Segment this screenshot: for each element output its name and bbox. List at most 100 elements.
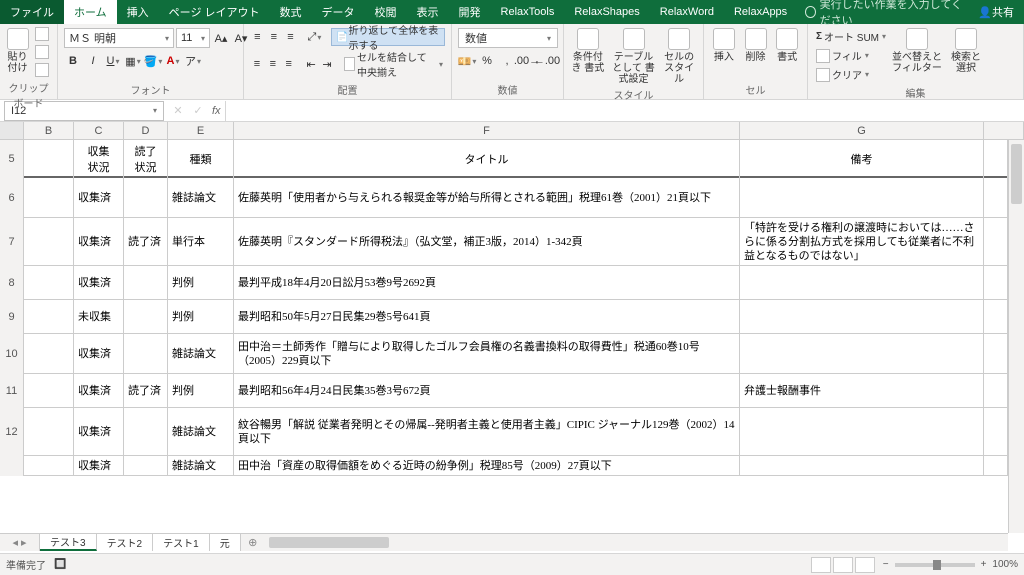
font-name[interactable]: ＭＳ 明朝▾: [64, 28, 174, 48]
cell[interactable]: [24, 266, 74, 300]
paste-button[interactable]: 貼り付け: [6, 26, 29, 74]
fill[interactable]: フィル▾: [814, 47, 888, 64]
tab-home[interactable]: ホーム: [64, 0, 117, 24]
zoom-in[interactable]: +: [981, 559, 987, 570]
zoom-slider[interactable]: [895, 563, 975, 567]
tab-view[interactable]: 表示: [407, 0, 449, 24]
cell[interactable]: [124, 300, 168, 334]
cell[interactable]: 収集済: [74, 218, 124, 266]
cancel-formula[interactable]: ✕: [168, 104, 188, 117]
copy-button[interactable]: [33, 44, 51, 60]
tab-formulas[interactable]: 数式: [270, 0, 312, 24]
row-header[interactable]: 12: [0, 408, 24, 456]
v-thumb[interactable]: [1011, 144, 1022, 204]
phonetic-button[interactable]: ア▾: [184, 52, 202, 70]
cell[interactable]: 読了済: [124, 374, 168, 408]
sheet-nav[interactable]: ◂ ▸: [0, 534, 40, 551]
cell[interactable]: [24, 140, 74, 178]
font-color[interactable]: A▾: [164, 52, 182, 70]
cell[interactable]: [24, 218, 74, 266]
sheet-tab-4[interactable]: 元: [210, 534, 241, 551]
bold-button[interactable]: B: [64, 52, 82, 70]
cell[interactable]: [740, 300, 984, 334]
cut-button[interactable]: [33, 26, 51, 42]
tab-relaxshapes[interactable]: RelaxShapes: [564, 0, 649, 24]
italic-button[interactable]: I: [84, 52, 102, 70]
tell-me[interactable]: 実行したい作業を入力してください: [797, 0, 968, 24]
col-next[interactable]: [984, 122, 1024, 139]
cell[interactable]: [24, 374, 74, 408]
cell[interactable]: [124, 266, 168, 300]
zoom-level[interactable]: 100%: [992, 559, 1018, 570]
insert-cells[interactable]: 挿入: [710, 26, 738, 63]
cell[interactable]: [24, 408, 74, 456]
col-F[interactable]: F: [234, 122, 740, 139]
col-E[interactable]: E: [168, 122, 234, 139]
sheet-tab-1[interactable]: テスト3: [40, 534, 97, 551]
align-top[interactable]: ≡: [250, 28, 265, 46]
find-select[interactable]: 検索と 選択: [946, 26, 986, 74]
align-right[interactable]: ≡: [282, 55, 296, 73]
tab-relaxapps[interactable]: RelaxApps: [724, 0, 797, 24]
cell[interactable]: 佐藤英明「使用者から与えられる報奨金等が給与所得とされる範囲」税理61巻（200…: [234, 178, 740, 218]
row-header[interactable]: 8: [0, 266, 24, 300]
cell[interactable]: [124, 408, 168, 456]
cond-format[interactable]: 条件付き 書式: [570, 26, 606, 74]
sheet-tab-3[interactable]: テスト1: [153, 534, 210, 551]
cell[interactable]: [124, 456, 168, 476]
vertical-scrollbar[interactable]: [1008, 140, 1024, 533]
cell[interactable]: 判例: [168, 374, 234, 408]
cell[interactable]: 最判昭和56年4月24日民集35巻3号672頁: [234, 374, 740, 408]
format-cells[interactable]: 書式: [773, 26, 801, 63]
tab-review[interactable]: 校閲: [365, 0, 407, 24]
row-header[interactable]: 9: [0, 300, 24, 334]
cell[interactable]: [984, 140, 1008, 178]
cell[interactable]: 紋谷暢男「解説 従業者発明とその帰属--発明者主義と使用者主義」CIPIC ジャ…: [234, 408, 740, 456]
add-sheet[interactable]: ⊕: [241, 534, 265, 551]
cell[interactable]: 最判昭和50年5月27日民集29巻5号641頁: [234, 300, 740, 334]
cell[interactable]: 佐藤英明『スタンダード所得税法』（弘文堂，補正3版，2014）1-342頁: [234, 218, 740, 266]
currency[interactable]: 💴▾: [458, 52, 476, 70]
increase-font[interactable]: A▴: [212, 29, 230, 47]
tab-dev[interactable]: 開発: [449, 0, 491, 24]
delete-cells[interactable]: 削除: [742, 26, 770, 63]
view-pagebreak[interactable]: [855, 557, 875, 573]
tab-relaxtools[interactable]: RelaxTools: [491, 0, 565, 24]
view-normal[interactable]: [811, 557, 831, 573]
share-button[interactable]: 👤 共有: [968, 0, 1024, 24]
cell[interactable]: 収集済: [74, 456, 124, 476]
cell[interactable]: 弁護士報酬事件: [740, 374, 984, 408]
cell[interactable]: 「特許を受ける権利の譲渡時においては……さらに係る分割払方式を採用しても従業者に…: [740, 218, 984, 266]
cell[interactable]: [24, 178, 74, 218]
accept-formula[interactable]: ✓: [188, 104, 208, 117]
cell[interactable]: [124, 178, 168, 218]
cell[interactable]: [984, 300, 1008, 334]
row-header[interactable]: 5: [0, 140, 24, 178]
clear[interactable]: クリア▾: [814, 66, 888, 83]
cell-styles[interactable]: セルの スタイル: [661, 26, 697, 85]
cell[interactable]: 最判平成18年4月20日訟月53巻9号2692頁: [234, 266, 740, 300]
cell[interactable]: [984, 408, 1008, 456]
zoom-out[interactable]: −: [883, 559, 889, 570]
indent-dec[interactable]: ⇤: [304, 55, 318, 73]
cell[interactable]: [984, 218, 1008, 266]
cell[interactable]: 読了済: [124, 218, 168, 266]
cell[interactable]: [24, 456, 74, 476]
cell[interactable]: [740, 456, 984, 476]
cell[interactable]: 収集済: [74, 178, 124, 218]
tab-relaxword[interactable]: RelaxWord: [650, 0, 724, 24]
dec-decimal[interactable]: ←.00: [538, 52, 556, 70]
autosum[interactable]: Σ オート SUM▾: [814, 28, 888, 45]
fx-icon[interactable]: fx: [208, 105, 225, 117]
cell[interactable]: 備考: [740, 140, 984, 178]
cell[interactable]: 読了 状況: [124, 140, 168, 178]
cell[interactable]: [984, 178, 1008, 218]
cell[interactable]: 雑誌論文: [168, 408, 234, 456]
cell[interactable]: 雑誌論文: [168, 456, 234, 476]
col-G[interactable]: G: [740, 122, 984, 139]
wrap-text[interactable]: 📄 折り返して全体を表示する: [331, 28, 445, 46]
col-C[interactable]: C: [74, 122, 124, 139]
border-button[interactable]: ▦▾: [124, 52, 142, 70]
format-table[interactable]: テーブルとして 書式設定: [610, 26, 658, 85]
cell[interactable]: 単行本: [168, 218, 234, 266]
